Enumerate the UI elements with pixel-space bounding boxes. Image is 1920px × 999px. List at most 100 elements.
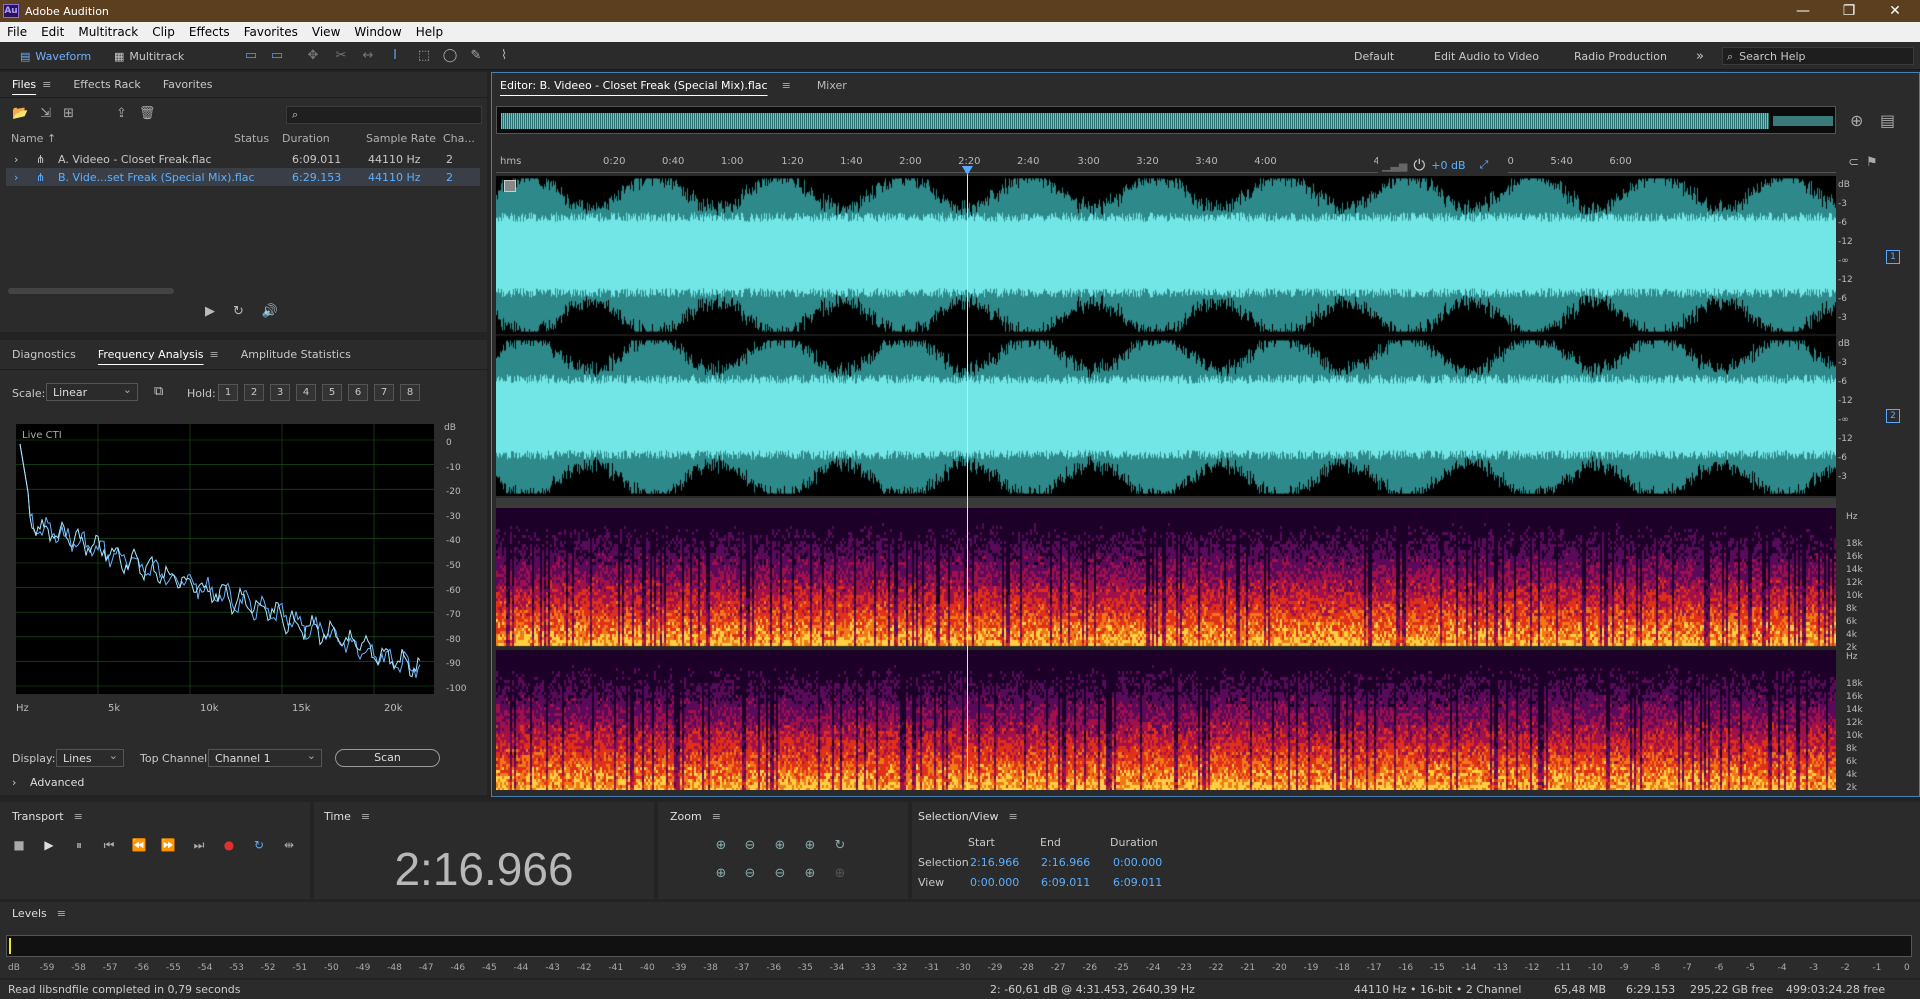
stop-icon[interactable]: ■	[10, 838, 28, 854]
go-to-end-icon[interactable]: ⏭	[190, 838, 208, 854]
close-button[interactable]: ✕	[1872, 0, 1918, 22]
slip-tool-icon[interactable]: ↔	[360, 48, 376, 64]
menu-help[interactable]: Help	[409, 25, 450, 39]
tab-effects-rack[interactable]: Effects Rack	[73, 78, 140, 91]
advanced-toggle[interactable]: Advanced	[30, 776, 84, 789]
files-horizontal-scrollbar[interactable]	[8, 288, 174, 294]
multitrack-view-button[interactable]: ▦ Multitrack	[108, 46, 190, 66]
hamburger-menu-icon[interactable]: ≡	[57, 907, 66, 920]
workspace-default[interactable]: Default	[1348, 46, 1400, 66]
zoom-out-amplitude-icon[interactable]: ⊖	[740, 836, 760, 856]
record-icon[interactable]: ●	[220, 838, 238, 854]
workspace-radio-production[interactable]: Radio Production	[1568, 46, 1673, 66]
tab-diagnostics[interactable]: Diagnostics	[12, 348, 76, 361]
time-selection-tool-icon[interactable]: I	[387, 48, 403, 64]
menu-window[interactable]: Window	[347, 25, 408, 39]
spectral-display-icon[interactable]: ▭	[243, 48, 259, 64]
hold-button-5[interactable]: 5	[322, 384, 342, 401]
hamburger-menu-icon[interactable]: ≡	[42, 78, 51, 91]
hamburger-menu-icon[interactable]: ≡	[1009, 810, 1018, 823]
open-file-icon[interactable]: 📂	[12, 106, 28, 121]
hold-button-7[interactable]: 7	[374, 384, 394, 401]
menu-view[interactable]: View	[305, 25, 347, 39]
zoom-in-amplitude-icon[interactable]: ⊕	[711, 836, 731, 856]
hamburger-menu-icon[interactable]: ≡	[74, 810, 83, 823]
tab-files[interactable]: Files	[12, 78, 36, 91]
tab-amplitude-statistics[interactable]: Amplitude Statistics	[241, 348, 351, 361]
auto-play-icon[interactable]: 🔊	[262, 304, 278, 319]
selection-end[interactable]: 2:16.966	[1041, 856, 1090, 869]
waveform-display[interactable]	[496, 176, 1836, 496]
hamburger-menu-icon[interactable]: ≡	[210, 348, 219, 361]
hamburger-menu-icon[interactable]: ≡	[782, 79, 791, 92]
display-divider[interactable]	[496, 498, 1836, 508]
spectral-display[interactable]	[496, 508, 1836, 790]
spectral-pitch-icon[interactable]: ▭	[269, 48, 285, 64]
rewind-icon[interactable]: ⏪	[130, 838, 148, 854]
zoom-to-fit-icon[interactable]: ⊕	[1850, 111, 1863, 130]
column-channels[interactable]: Cha...	[443, 132, 475, 145]
pin-hud-icon[interactable]: ⤢	[1480, 158, 1489, 172]
marquee-tool-icon[interactable]: ⬚	[416, 48, 432, 64]
hold-button-2[interactable]: 2	[244, 384, 264, 401]
view-end[interactable]: 6:09.011	[1041, 876, 1090, 889]
display-dropdown[interactable]: Lines	[56, 749, 124, 767]
zoom-in-time-icon[interactable]: ⊕	[711, 864, 731, 884]
advanced-chevron-icon[interactable]: ›	[12, 776, 16, 789]
column-sample-rate[interactable]: Sample Rate	[366, 132, 436, 145]
channel-badge-1[interactable]: 1	[1886, 250, 1900, 264]
tab-mixer[interactable]: Mixer	[817, 79, 847, 92]
hold-button-4[interactable]: 4	[296, 384, 316, 401]
play-icon[interactable]: ▶	[40, 838, 58, 854]
waveform-overview[interactable]	[496, 106, 1836, 134]
pause-icon[interactable]: ⏸	[70, 838, 88, 854]
files-search-input[interactable]: ⌕	[286, 106, 482, 124]
channel-toggle-icon[interactable]	[504, 180, 516, 192]
skip-selection-icon[interactable]: ⇹	[280, 838, 298, 854]
minimize-button[interactable]: —	[1780, 0, 1826, 22]
brush-tool-icon[interactable]: ✎	[468, 48, 484, 64]
panel-options-icon[interactable]: ▤	[1880, 111, 1895, 130]
expand-chevron-icon[interactable]: ›	[14, 153, 18, 166]
column-name[interactable]: Name ↑	[11, 132, 56, 145]
zoom-out-time-icon[interactable]: ⊖	[740, 864, 760, 884]
file-row-selected[interactable]: › ⋔ B. Vide...set Freak (Special Mix).fl…	[6, 168, 480, 186]
fast-forward-icon[interactable]: ⏩	[159, 838, 177, 854]
scan-button[interactable]: Scan	[335, 749, 440, 767]
new-file-icon[interactable]: ⊞	[63, 106, 74, 121]
volume-knob-icon[interactable]: ⏻	[1413, 156, 1425, 174]
restore-button[interactable]: ❐	[1826, 0, 1872, 22]
preview-loop-icon[interactable]: ↻	[233, 304, 244, 319]
playhead[interactable]	[961, 166, 973, 790]
menu-effects[interactable]: Effects	[182, 25, 237, 39]
preview-play-icon[interactable]: ▶	[205, 304, 215, 319]
hold-button-8[interactable]: 8	[400, 384, 420, 401]
marker-icon[interactable]: ⚑	[1866, 155, 1878, 170]
snap-icon[interactable]: ⊂	[1848, 155, 1859, 170]
menu-clip[interactable]: Clip	[145, 25, 182, 39]
zoom-in-left-icon[interactable]: ⊕	[800, 836, 820, 856]
lasso-tool-icon[interactable]: ◯	[442, 48, 458, 64]
column-duration[interactable]: Duration	[282, 132, 330, 145]
zoom-in-right-icon[interactable]: ⊕	[800, 864, 820, 884]
move-tool-icon[interactable]: ✥	[305, 48, 321, 64]
delete-icon[interactable]: 🗑	[139, 106, 156, 121]
zoom-to-selection-icon[interactable]: ⊕	[770, 836, 790, 856]
expand-chevron-icon[interactable]: ›	[14, 171, 18, 184]
volume-value[interactable]: +0 dB	[1431, 159, 1465, 172]
hamburger-menu-icon[interactable]: ≡	[361, 810, 370, 823]
view-duration[interactable]: 6:09.011	[1113, 876, 1162, 889]
menu-favorites[interactable]: Favorites	[237, 25, 305, 39]
import-file-icon[interactable]: ⇲	[40, 106, 51, 121]
scale-dropdown[interactable]: Linear	[46, 383, 138, 401]
hamburger-menu-icon[interactable]: ≡	[712, 810, 721, 823]
loop-icon[interactable]: ↻	[250, 838, 268, 854]
menu-multitrack[interactable]: Multitrack	[71, 25, 145, 39]
zoom-reset-icon[interactable]: ↻	[830, 836, 850, 856]
column-status[interactable]: Status	[234, 132, 269, 145]
go-to-start-icon[interactable]: ⏮	[100, 838, 118, 854]
time-ruler[interactable]: hms 0:20 0:40 1:00 1:20 1:40 2:00 2:20 2:40 3:00…	[496, 153, 1836, 173]
hold-button-1[interactable]: 1	[218, 384, 238, 401]
spot-healing-tool-icon[interactable]: ⌇	[496, 48, 512, 64]
tab-favorites[interactable]: Favorites	[163, 78, 213, 91]
